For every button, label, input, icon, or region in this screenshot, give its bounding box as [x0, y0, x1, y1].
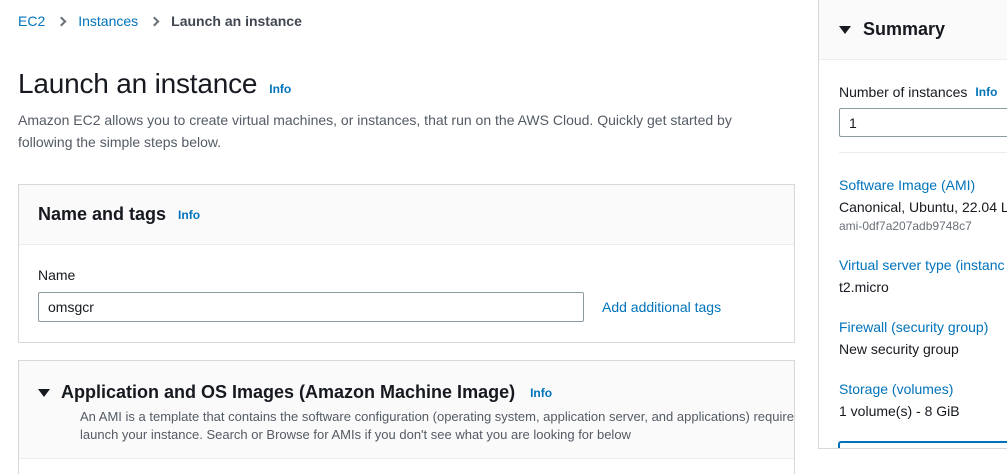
ami-section-title: Application and OS Images (Amazon Machin…: [61, 382, 515, 403]
number-of-instances-info-link[interactable]: Info: [975, 85, 997, 99]
add-additional-tags-link[interactable]: Add additional tags: [602, 299, 721, 315]
collapse-triangle-icon[interactable]: [38, 389, 50, 397]
summary-group-storage: Storage (volumes) 1 volume(s) - 8 GiB: [839, 381, 1007, 419]
name-and-tags-header: Name and tags Info: [19, 185, 794, 245]
ami-section-header[interactable]: Application and OS Images (Amazon Machin…: [19, 361, 794, 459]
name-field-label: Name: [38, 267, 75, 283]
breadcrumb: EC2 Instances Launch an instance: [18, 13, 302, 29]
name-and-tags-title: Name and tags: [38, 204, 166, 225]
ami-section-info-link[interactable]: Info: [530, 386, 552, 400]
ami-description-line: launch your instance. Search or Browse f…: [80, 427, 631, 442]
page-title: Launch an instance: [18, 68, 257, 100]
chevron-right-icon: [57, 17, 67, 27]
summary-panel-header[interactable]: Summary: [819, 0, 1007, 60]
number-of-instances-input[interactable]: [839, 108, 1007, 137]
ami-section-description: An AMI is a template that contains the s…: [80, 408, 775, 444]
ami-id-value: ami-0df7a207adb9748c7: [839, 219, 1007, 233]
virtual-server-type-link[interactable]: Virtual server type (instanc: [839, 257, 1007, 273]
number-of-instances-label: Number of instances: [839, 84, 967, 100]
instance-type-value: t2.micro: [839, 279, 1007, 295]
summary-panel: Summary Number of instances Info Softwar…: [818, 0, 1007, 449]
breadcrumb-link-instances[interactable]: Instances: [78, 13, 138, 29]
ami-description-line: An AMI is a template that contains the s…: [80, 409, 795, 424]
breadcrumb-link-ec2[interactable]: EC2: [18, 13, 45, 29]
ami-section-card: Application and OS Images (Amazon Machin…: [18, 360, 795, 474]
name-and-tags-card: Name and tags Info Name Add additional t…: [18, 184, 795, 343]
summary-divider: [839, 152, 1007, 153]
firewall-link[interactable]: Firewall (security group): [839, 319, 1007, 335]
page-title-info-link[interactable]: Info: [269, 82, 291, 96]
summary-bottom-button[interactable]: [838, 441, 1007, 449]
software-image-value: Canonical, Ubuntu, 22.04 L: [839, 199, 1007, 215]
summary-group-firewall: Firewall (security group) New security g…: [839, 319, 1007, 357]
storage-volumes-link[interactable]: Storage (volumes): [839, 381, 1007, 397]
summary-group-instance-type: Virtual server type (instanc t2.micro: [839, 257, 1007, 295]
chevron-right-icon: [150, 17, 160, 27]
breadcrumb-current: Launch an instance: [171, 13, 302, 29]
instance-name-input[interactable]: [38, 292, 584, 322]
page-description-line: following the simple steps below.: [18, 134, 221, 150]
page-description: Amazon EC2 allows you to create virtual …: [18, 109, 732, 153]
summary-title: Summary: [863, 19, 945, 40]
page-header: Launch an instance Info Amazon EC2 allow…: [18, 68, 732, 153]
page-description-line: Amazon EC2 allows you to create virtual …: [18, 112, 732, 128]
summary-group-ami: Software Image (AMI) Canonical, Ubuntu, …: [839, 177, 1007, 233]
name-and-tags-info-link[interactable]: Info: [178, 208, 200, 222]
collapse-triangle-icon[interactable]: [839, 26, 851, 34]
software-image-link[interactable]: Software Image (AMI): [839, 177, 1007, 193]
storage-value: 1 volume(s) - 8 GiB: [839, 403, 1007, 419]
security-group-value: New security group: [839, 341, 1007, 357]
